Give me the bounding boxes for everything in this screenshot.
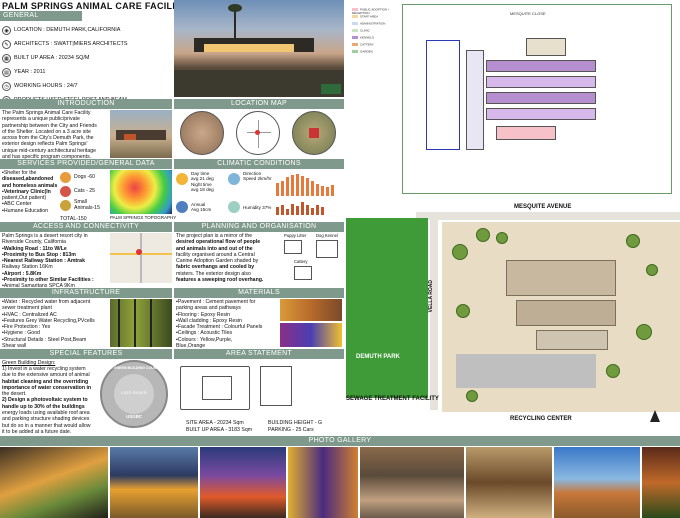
intro-heading: INTRODUCTION xyxy=(0,99,172,109)
materials-heading: MATERIALS xyxy=(174,288,344,298)
vella-road xyxy=(430,220,438,410)
access-heading: ACCESS AND CONNECTIVITY xyxy=(0,222,172,232)
general-info-list: ◉ LOCATION : DEMUTH PARK,CALIFORNIA ✎ AR… xyxy=(2,23,172,107)
planning-diagram: Puppy Litter Dog Kennel Cattery xyxy=(280,233,342,283)
tree xyxy=(476,228,490,242)
tree xyxy=(606,364,620,378)
dog-icon xyxy=(60,171,71,183)
photo-strip xyxy=(0,447,680,518)
location-map-usa xyxy=(180,111,224,155)
special-text: 1) Invest in a water recycling system due… xyxy=(2,366,92,435)
area-site-plan xyxy=(180,362,300,414)
area-builtup: BUILT UP AREA - 3183 Sqm xyxy=(186,427,253,433)
infrastructure-photo xyxy=(110,299,172,347)
humidity-chart xyxy=(276,199,342,215)
services-heading: SERVICES PROVIDED/GENERAL DATA xyxy=(0,159,172,169)
gallery-photo-6 xyxy=(466,447,552,518)
services-list: ▪Shelter for the diseased,abandoned and … xyxy=(2,170,58,214)
location-pin-icon: ◉ xyxy=(2,25,11,35)
mesquite-avenue-label: MESQUITE AVENUE xyxy=(514,204,572,210)
tree xyxy=(626,234,640,248)
general-item-area: ▦ BUILT UP AREA : 20234 SQ/M xyxy=(2,51,172,65)
materials-photo-bottom xyxy=(280,323,342,347)
demuth-park xyxy=(346,218,428,398)
gallery-photo-4 xyxy=(288,447,358,518)
gallery-photo-1 xyxy=(0,447,108,518)
leed-silver-badge: U.S. GREEN BUILDING COUNCIL LEED SILVER … xyxy=(100,360,168,428)
materials-text: ▪Pavement : Cement pavement for parking a… xyxy=(176,299,263,350)
planning-text: The project plan is a mirror of the desir… xyxy=(176,233,264,284)
kennel-block xyxy=(506,260,616,296)
climate-panel: Day time avg 21 deg Night time avg 18 deg D… xyxy=(176,171,344,217)
area-site: SITE AREA - 20234 Sqm xyxy=(186,420,244,426)
calendar-icon: ▤ xyxy=(2,67,11,77)
rain-icon xyxy=(176,201,188,213)
tree xyxy=(646,264,658,276)
gallery-heading: PHOTO GALLERY xyxy=(0,436,680,446)
general-item-hours: ◷ WORKING HOURS : 24/7 xyxy=(2,79,172,93)
tree xyxy=(466,390,478,402)
cat-icon xyxy=(60,185,71,197)
general-item-year: ▤ YEAR : 2011 xyxy=(2,65,172,79)
area-icon: ▦ xyxy=(2,53,11,63)
rainfall-chart xyxy=(276,174,342,196)
hero-photo xyxy=(174,0,344,97)
mesquite-avenue-road xyxy=(416,212,680,220)
general-info-heading: GENERAL INFORMATION xyxy=(0,11,82,29)
area-height: BUILDING HEIGHT - G xyxy=(268,420,323,426)
topography-caption: PALM SPRINGS TOPOGRAPHY xyxy=(110,215,177,220)
topography-map xyxy=(110,170,172,214)
gallery-photo-8 xyxy=(642,447,680,518)
tree xyxy=(456,304,470,318)
small-animal-icon xyxy=(60,199,71,211)
page-title: PALM SPRINGS ANIMAL CARE FACILITY xyxy=(2,1,188,11)
wind-icon xyxy=(228,173,240,185)
animal-counts: Dogs -60 Cats - 25 Small Animals-15 TOTA… xyxy=(60,170,108,222)
sun-icon xyxy=(176,173,188,185)
site-plan: MESQUITE AVENUE VELLA ROAD DEMUTH PARK S… xyxy=(346,204,680,432)
location-map-city xyxy=(236,111,280,155)
admin-block xyxy=(536,330,608,350)
intro-photo xyxy=(110,110,172,158)
humidity-icon xyxy=(228,201,240,213)
demuth-park-label: DEMUTH PARK xyxy=(356,354,400,360)
access-text: Palm Springs is a desert resort city in R… xyxy=(2,233,94,290)
infrastructure-heading: INFRASTRUCTURE xyxy=(0,288,172,298)
general-item-location: ◉ LOCATION : DEMUTH PARK,CALIFORNIA xyxy=(2,23,172,37)
parking-lot xyxy=(456,354,596,388)
climate-heading: CLIMATIC CONDITIONS xyxy=(174,159,344,169)
tree xyxy=(636,324,652,340)
floor-plan: PUBLIC ADOPTION / RECEPTION STAFF AREA A… xyxy=(346,0,680,202)
sewage-label: SEWAGE TREATMENT FACILITY xyxy=(346,396,439,402)
gallery-photo-3 xyxy=(200,447,286,518)
clock-icon: ◷ xyxy=(2,81,11,91)
gallery-photo-2 xyxy=(110,447,198,518)
tree xyxy=(452,244,468,260)
north-arrow-icon xyxy=(650,410,660,422)
special-heading: SPECIAL FEATURES xyxy=(0,349,172,359)
access-map xyxy=(110,233,172,283)
gallery-photo-5 xyxy=(360,447,464,518)
intro-text: The Palm Springs Animal Care Facility rep… xyxy=(2,110,97,161)
leed-logo-small xyxy=(321,84,341,94)
location-map-site xyxy=(292,111,336,155)
location-map-heading: LOCATION MAP xyxy=(174,99,344,109)
architect-icon: ✎ xyxy=(2,39,11,49)
planning-heading: PLANNING AND ORGANISATION xyxy=(174,222,344,232)
recycling-label: RECYCLING CENTER xyxy=(510,416,572,422)
area-heading: AREA STATEMENT xyxy=(174,349,344,359)
area-parking: PARKING - 25 Cars xyxy=(268,427,314,433)
general-item-architects: ✎ ARCHITECTS : SWATT|MIERS ARCHITECTS xyxy=(2,37,172,51)
infrastructure-text: ▪Water : Recycled water from adjacent sew… xyxy=(2,299,95,350)
materials-photo-top xyxy=(280,299,342,321)
vella-road-label: VELLA ROAD xyxy=(428,280,434,313)
tree xyxy=(496,232,508,244)
gallery-photo-7 xyxy=(554,447,640,518)
clinic-block xyxy=(516,300,616,326)
